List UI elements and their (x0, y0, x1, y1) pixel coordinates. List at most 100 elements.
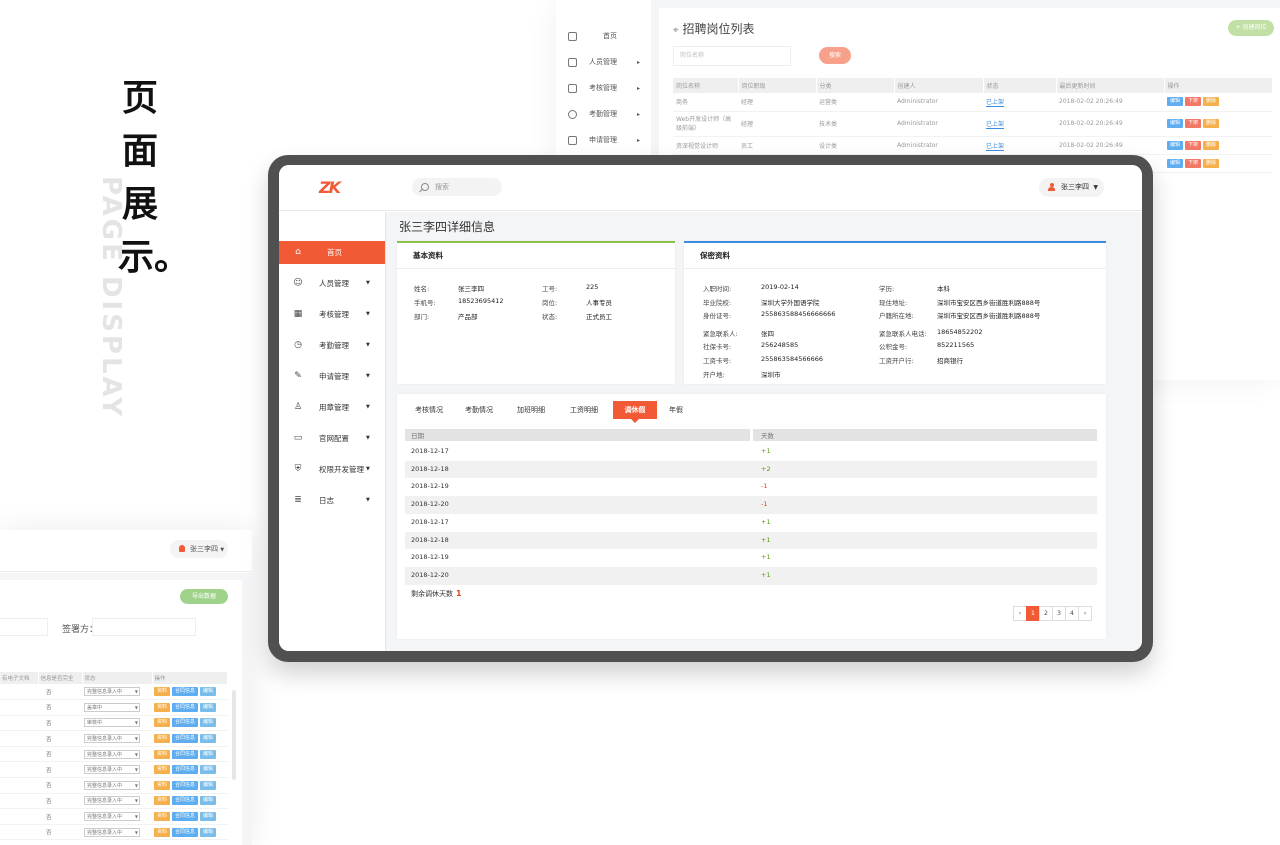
contract-tag: 合同信息 (172, 796, 199, 806)
clock-icon: ◷ (294, 340, 302, 350)
cell: 设计类 (816, 136, 894, 155)
calendar-icon (568, 83, 577, 93)
cell: 已上架 (983, 111, 1056, 137)
contract-tag: 合同信息 (172, 702, 199, 712)
cell (0, 699, 38, 716)
edit-tag: 编辑 (1167, 158, 1184, 168)
cell (0, 761, 38, 779)
chevron-down-icon: ▼ (366, 404, 370, 410)
edit-tag: 编辑 (200, 812, 217, 822)
column-header: 天数 (753, 429, 1097, 441)
table-row: 2018-12-17 +1 (405, 443, 1097, 461)
user-menu[interactable]: 张三李四 ▼ (1039, 178, 1104, 197)
monitor-icon: ▭ (293, 433, 303, 443)
tab-item[interactable]: 加班明细 (509, 401, 553, 419)
field-value: 深圳大学外国语学院 (761, 299, 820, 307)
contract-tag: 合同信息 (172, 827, 199, 837)
sidebar-item[interactable]: ☺ 人员管理 ▼ (279, 272, 385, 295)
page-button[interactable]: 1 (1026, 606, 1040, 621)
confidential-info-card: 保密资料 入职时间: 2019-02-14 学历: 本科 毕业院校: 深圳大学外国语学院 现… (684, 241, 1106, 384)
actions-cell: 资料 合同信息 编辑 (152, 808, 228, 825)
status-cell: 完整信息录入中 (82, 761, 152, 779)
status-cell: 完整信息录入中 (82, 777, 152, 794)
actions-cell: 资料 合同信息 编辑 (152, 715, 228, 732)
sidebar-item[interactable]: ⛨ 权限开发管理 ▼ (279, 458, 385, 481)
sidebar-item[interactable]: ◷ 考勤管理 ▼ (279, 334, 385, 357)
field-label: 工资开户行: (879, 357, 914, 365)
search-input[interactable]: 搜索 (412, 178, 502, 196)
cell: 否 (38, 684, 82, 701)
field-label: 岗位: (542, 299, 558, 307)
sidebar-item[interactable]: ⌂ 首页 (279, 241, 385, 264)
cell: 否 (38, 824, 82, 841)
cell: 否 (38, 793, 82, 810)
chevron-down-icon: ▼ (366, 435, 370, 441)
page-button[interactable]: 3 (1052, 606, 1066, 621)
status-cell: 审核中 (82, 715, 152, 732)
status-select: 审核中 (84, 718, 140, 728)
field-value: 招商银行 (937, 357, 963, 365)
cell: 否 (38, 699, 82, 716)
status-select: 完整信息录入中 (84, 765, 140, 775)
tab-item[interactable]: 考核情况 (407, 401, 451, 419)
page-title: 张三李四详细信息 (399, 220, 496, 234)
column-header: 状态 (983, 78, 1057, 93)
table-row: 否完整信息录入中 资料合同信息编辑 (0, 777, 228, 794)
people-icon (568, 57, 577, 67)
table-row: 否审核中 资料合同信息编辑 (0, 715, 228, 732)
status-select: 完整信息录入中 (84, 796, 140, 806)
background-sidebar-item: 考勤管理 ▸ (562, 104, 644, 124)
status-select: 完整信息录入中 (84, 827, 140, 837)
tab-item[interactable]: 调休假 (613, 401, 657, 423)
column-header: 操作 (1164, 78, 1273, 93)
cell (0, 824, 38, 841)
sidebar-item[interactable]: ▭ 官网配置 ▼ (279, 427, 385, 450)
cell: Administrator (894, 93, 983, 112)
edit-tag: 编辑 (200, 827, 217, 837)
unlist-tag: 下架 (1185, 97, 1202, 107)
sidebar-item[interactable]: ✎ 申请管理 ▼ (279, 365, 385, 388)
chevron-down-icon: ▼ (366, 311, 370, 317)
tab-item[interactable]: 考勤情况 (457, 401, 501, 419)
column-header: 信息是否完全 (38, 672, 83, 684)
table-row: 否完整信息录入中 资料合同信息编辑 (0, 746, 228, 763)
field-label: 入职时间: (703, 285, 732, 293)
column-header: 最后更新时间 (1056, 78, 1165, 93)
home-icon (568, 31, 577, 41)
sidebar-item[interactable]: ≣ 日志 ▼ (279, 489, 385, 512)
chevron-down-icon: ▼ (366, 497, 370, 503)
sidebar-item-label: 首页 (327, 248, 342, 257)
scrollbar (232, 690, 236, 780)
next-page-button[interactable]: › (1078, 606, 1092, 621)
days-cell: -1 (761, 482, 768, 491)
status-cell: 完整信息录入中 (82, 746, 152, 763)
edit-tag: 编辑 (200, 718, 217, 728)
column-header: 创建人 (894, 78, 984, 93)
column-header-text: 日期 (411, 432, 424, 440)
card-title: 基本资料 (397, 243, 675, 269)
prev-page-button[interactable]: ‹ (1013, 606, 1027, 621)
date-cell: 2018-12-17 (411, 517, 449, 526)
sidebar-item-label: 申请管理 (319, 372, 349, 381)
days-cell: +2 (761, 464, 771, 473)
people-icon: ☺ (293, 278, 303, 288)
sidebar-item[interactable]: ▦ 考核管理 ▼ (279, 303, 385, 326)
clock-icon (568, 109, 577, 119)
unlist-tag: 下架 (1185, 119, 1202, 128)
tab-item[interactable]: 工资明细 (562, 401, 606, 419)
tab-item[interactable]: 年假 (659, 401, 693, 419)
cell (0, 730, 38, 747)
actions-cell: 编辑 下架 删除 (1164, 136, 1273, 155)
page-button[interactable]: 4 (1065, 606, 1079, 621)
table-row: 否盖章中 资料合同信息编辑 (0, 699, 228, 716)
days-cell: +1 (761, 570, 771, 579)
top-bar: ZK 搜索 张三李四 ▼ (279, 165, 1142, 211)
sidebar-label: 考勤管理 (589, 110, 617, 118)
page-title-text: 招聘岗位列表 (682, 22, 755, 36)
sidebar-label: 申请管理 (589, 136, 617, 144)
sidebar-item[interactable]: ♙ 用章管理 ▼ (279, 396, 385, 419)
page-button[interactable]: 2 (1039, 606, 1053, 621)
field-label: 户籍所在地: (879, 312, 914, 320)
field-value: 225 (586, 283, 599, 291)
actions-cell: 资料 合同信息 编辑 (152, 746, 228, 763)
